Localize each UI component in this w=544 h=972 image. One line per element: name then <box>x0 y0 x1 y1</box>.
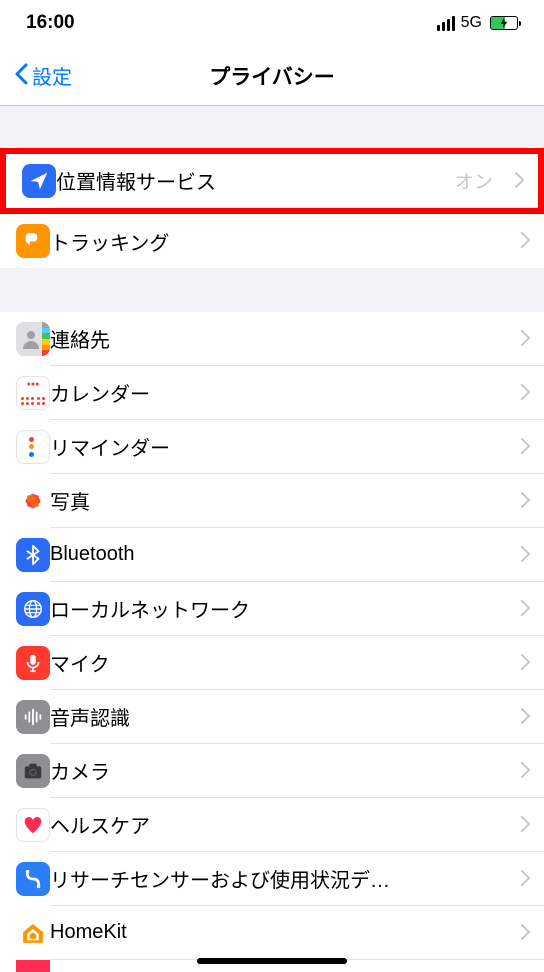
waveform-icon <box>16 700 50 734</box>
row-label: ローカルネットワーク <box>50 594 507 623</box>
research-sensor-icon <box>16 862 50 896</box>
status-time: 16:00 <box>26 12 75 34</box>
row-label: トラッキング <box>50 227 507 256</box>
chevron-right-icon <box>521 326 530 352</box>
home-icon <box>16 916 50 950</box>
chevron-right-icon <box>521 228 530 254</box>
nav-bar: 設定 プライバシー <box>0 46 544 106</box>
row-label: リマインダー <box>50 432 507 461</box>
row-value: オン <box>455 167 493 194</box>
chevron-right-icon <box>521 704 530 730</box>
row-label: マイク <box>50 648 507 677</box>
chevron-right-icon <box>521 434 530 460</box>
battery-icon <box>490 16 518 30</box>
chevron-right-icon <box>521 542 530 568</box>
row-label: カメラ <box>50 756 507 785</box>
row-research-sensor[interactable]: リサーチセンサーおよび使用状況デ… <box>0 852 544 906</box>
row-label: HomeKit <box>50 921 507 944</box>
row-label: リサーチセンサーおよび使用状況デ… <box>50 864 507 893</box>
row-bluetooth[interactable]: Bluetooth <box>0 528 544 582</box>
row-contacts[interactable]: 連絡先 <box>0 312 544 366</box>
row-label: 位置情報サービス <box>56 166 441 195</box>
row-location-services[interactable]: 位置情報サービス オン <box>6 154 538 208</box>
chevron-right-icon <box>521 596 530 622</box>
contacts-icon <box>16 322 50 356</box>
row-reminders[interactable]: リマインダー <box>0 420 544 474</box>
row-local-network[interactable]: ローカルネットワーク <box>0 582 544 636</box>
row-camera[interactable]: カメラ <box>0 744 544 798</box>
row-health[interactable]: ヘルスケア <box>0 798 544 852</box>
status-right: 5G <box>437 14 518 32</box>
row-label: 写真 <box>50 486 507 515</box>
chevron-right-icon <box>521 650 530 676</box>
photos-icon <box>16 484 50 518</box>
highlighted-row-container: 位置情報サービス オン <box>0 148 544 214</box>
row-tracking[interactable]: トラッキング <box>0 214 544 268</box>
row-label: カレンダー <box>50 378 507 407</box>
row-label: ヘルスケア <box>50 810 507 839</box>
calendar-icon: ●●● <box>16 376 50 410</box>
tracking-icon <box>16 224 50 258</box>
back-label: 設定 <box>32 61 72 90</box>
location-arrow-icon <box>22 164 56 198</box>
globe-icon <box>16 592 50 626</box>
back-button[interactable]: 設定 <box>0 61 72 90</box>
status-bar: 16:00 5G <box>0 0 544 46</box>
chevron-right-icon <box>521 812 530 838</box>
row-homekit[interactable]: HomeKit <box>0 906 544 960</box>
cellular-signal-icon <box>437 16 455 31</box>
chevron-right-icon <box>521 380 530 406</box>
row-label: Bluetooth <box>50 543 507 566</box>
media-icon <box>16 960 50 972</box>
microphone-icon <box>16 646 50 680</box>
heart-icon <box>16 808 50 842</box>
chevron-right-icon <box>521 758 530 784</box>
chevron-left-icon <box>14 63 28 89</box>
bluetooth-icon <box>16 538 50 572</box>
reminders-icon <box>16 430 50 464</box>
camera-icon <box>16 754 50 788</box>
chevron-right-icon <box>521 488 530 514</box>
home-indicator[interactable] <box>197 958 347 964</box>
settings-group-2: 連絡先 ●●● カレンダー <box>0 312 544 972</box>
page-title: プライバシー <box>209 61 335 91</box>
chevron-right-icon <box>521 866 530 892</box>
row-calendar[interactable]: ●●● カレンダー <box>0 366 544 420</box>
row-microphone[interactable]: マイク <box>0 636 544 690</box>
chevron-right-icon <box>515 168 524 194</box>
row-label: 連絡先 <box>50 324 507 353</box>
settings-group-1: トラッキング <box>0 214 544 268</box>
network-label: 5G <box>461 14 482 32</box>
row-photos[interactable]: 写真 <box>0 474 544 528</box>
row-label: 音声認識 <box>50 702 507 731</box>
row-speech-recognition[interactable]: 音声認識 <box>0 690 544 744</box>
chevron-right-icon <box>521 920 530 946</box>
